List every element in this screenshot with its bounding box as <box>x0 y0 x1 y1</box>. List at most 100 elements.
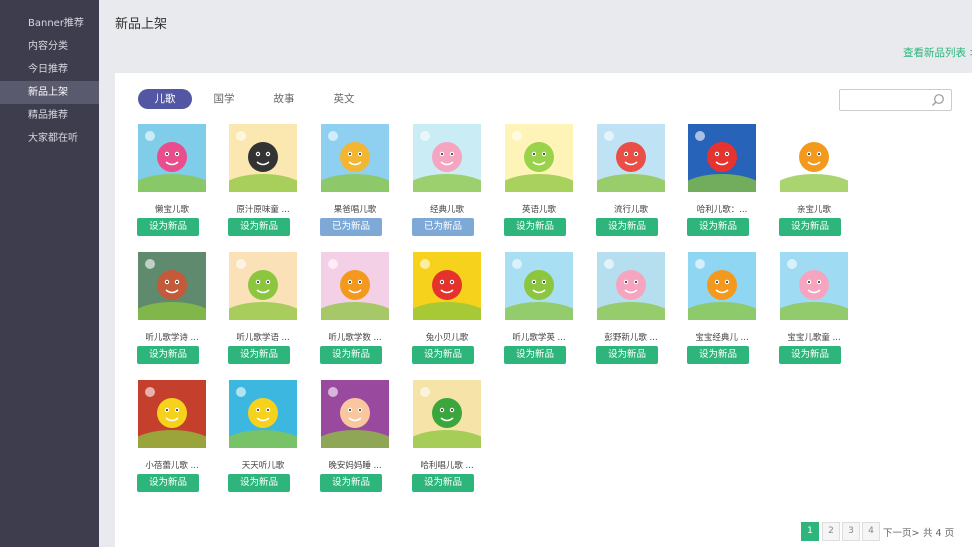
set-as-new-button[interactable]: 设为新品 <box>504 218 566 236</box>
set-as-new-button[interactable]: 设为新品 <box>596 346 658 364</box>
album-cover-image[interactable] <box>780 252 848 320</box>
album-title: 经典儿歌 <box>429 205 464 215</box>
page-title: 新品上架 <box>115 17 168 32</box>
album-title: 宝宝经典儿 ... <box>695 333 749 343</box>
total-pages: 共 4 页 <box>923 528 955 539</box>
tab-stories[interactable]: 故事 <box>272 89 296 109</box>
sidebar-item-popular[interactable]: 大家都在听 <box>0 127 99 150</box>
album-card: 原汁原味童 ... 设为新品 <box>228 124 299 236</box>
set-as-new-button[interactable]: 设为新品 <box>412 346 474 364</box>
album-cover-image[interactable] <box>321 252 389 320</box>
album-title: 哈利唱儿歌 ... <box>420 461 474 471</box>
album-cover-image[interactable] <box>597 124 665 192</box>
album-title: 晚安妈妈睡 ... <box>328 461 382 471</box>
album-title: 果爸唱儿歌 <box>333 205 377 215</box>
sidebar-item-new-arrivals[interactable]: 新品上架 <box>0 81 99 104</box>
album-card: 宝宝儿歌童 ... 设为新品 <box>779 252 850 364</box>
album-title: 英语儿歌 <box>521 205 556 215</box>
set-as-new-button[interactable]: 设为新品 <box>779 218 841 236</box>
set-as-new-button[interactable]: 设为新品 <box>687 218 749 236</box>
album-card: 哈利唱儿歌 ... 设为新品 <box>412 380 483 492</box>
album-card: 小蓓蕾儿歌 ... 设为新品 <box>137 380 208 492</box>
next-page-link[interactable]: 下一页> <box>883 525 919 539</box>
album-title: 原汁原味童 ... <box>236 205 290 215</box>
album-cover-image[interactable] <box>413 252 481 320</box>
album-card: 英语儿歌设为新品 <box>504 124 575 236</box>
album-cover-image[interactable] <box>413 124 481 192</box>
album-title: 听儿歌学英 ... <box>512 333 566 343</box>
set-as-new-button[interactable]: 设为新品 <box>228 474 290 492</box>
already-new-button[interactable]: 已为新品 <box>320 218 382 236</box>
page-3-button[interactable]: 3 <box>842 522 860 541</box>
album-title: 小蓓蕾儿歌 ... <box>145 461 199 471</box>
album-card: 听儿歌学诗 ... 设为新品 <box>137 252 208 364</box>
album-card: 懒宝儿歌设为新品 <box>137 124 208 236</box>
album-card: 亲宝儿歌设为新品 <box>779 124 850 236</box>
set-as-new-button[interactable]: 设为新品 <box>228 346 290 364</box>
album-title: 流行儿歌 <box>613 205 648 215</box>
album-cover-image[interactable] <box>229 124 297 192</box>
album-card: 晚安妈妈睡 ... 设为新品 <box>320 380 391 492</box>
album-title: 听儿歌学数 ... <box>328 333 382 343</box>
album-card: 听儿歌学英 ... 设为新品 <box>504 252 575 364</box>
sidebar-item-banner[interactable]: Banner推荐 <box>0 12 99 35</box>
tab-guoxue[interactable]: 国学 <box>212 89 236 109</box>
album-cover-image[interactable] <box>229 252 297 320</box>
album-cover-image[interactable] <box>138 124 206 192</box>
already-new-button[interactable]: 已为新品 <box>412 218 474 236</box>
album-cover-image[interactable] <box>688 252 756 320</box>
sidebar-menu: Banner推荐 内容分类 今日推荐 新品上架 精品推荐 大家都在听 <box>0 0 99 150</box>
album-cover-image[interactable] <box>505 124 573 192</box>
search-input[interactable] <box>844 91 932 109</box>
sidebar: Banner推荐 内容分类 今日推荐 新品上架 精品推荐 大家都在听 <box>0 0 99 547</box>
album-cover-image[interactable] <box>780 124 848 192</box>
album-cover-image[interactable] <box>138 380 206 448</box>
set-as-new-button[interactable]: 设为新品 <box>412 474 474 492</box>
set-as-new-button[interactable]: 设为新品 <box>596 218 658 236</box>
set-as-new-button[interactable]: 设为新品 <box>137 474 199 492</box>
album-cover-image[interactable] <box>138 252 206 320</box>
sidebar-item-featured[interactable]: 精品推荐 <box>0 104 99 127</box>
page-4-button[interactable]: 4 <box>862 522 880 541</box>
sidebar-item-categories[interactable]: 内容分类 <box>0 35 99 58</box>
album-cover-image[interactable] <box>321 380 389 448</box>
set-as-new-button[interactable]: 设为新品 <box>779 346 841 364</box>
album-title: 彭野新儿歌 ... <box>604 333 658 343</box>
set-as-new-button[interactable]: 设为新品 <box>687 346 749 364</box>
set-as-new-button[interactable]: 设为新品 <box>504 346 566 364</box>
page-1-button[interactable]: 1 <box>801 522 819 541</box>
album-title: 宝宝儿歌童 ... <box>787 333 841 343</box>
album-title: 兔小贝儿歌 <box>425 333 469 343</box>
album-title: 亲宝儿歌 <box>796 205 831 215</box>
album-title: 天天听儿歌 <box>241 461 285 471</box>
tab-children-songs[interactable]: 儿歌 <box>138 89 192 109</box>
search-box <box>839 89 952 111</box>
search-icon[interactable] <box>931 93 945 107</box>
view-new-list-link[interactable]: 查看新品列表 > <box>903 45 972 60</box>
album-card: 听儿歌学数 ... 设为新品 <box>320 252 391 364</box>
album-card: 听儿歌学语 ... 设为新品 <box>228 252 299 364</box>
content-panel: 儿歌 国学 故事 英文 懒宝儿歌 设为新品 原汁原味童 ... 设为新品 果爸唱儿歌 已为… <box>115 73 972 547</box>
album-cover-image[interactable] <box>505 252 573 320</box>
set-as-new-button[interactable]: 设为新品 <box>137 218 199 236</box>
album-cover-image[interactable] <box>688 124 756 192</box>
album-cover-image[interactable] <box>597 252 665 320</box>
album-cover-image[interactable] <box>229 380 297 448</box>
album-title: 懒宝儿歌 <box>154 205 189 215</box>
sidebar-item-today[interactable]: 今日推荐 <box>0 58 99 81</box>
album-title: 听儿歌学语 ... <box>236 333 290 343</box>
set-as-new-button[interactable]: 设为新品 <box>320 346 382 364</box>
album-cover-image[interactable] <box>321 124 389 192</box>
album-title: 哈利儿歌：... <box>696 205 748 215</box>
set-as-new-button[interactable]: 设为新品 <box>228 218 290 236</box>
album-title: 听儿歌学诗 ... <box>145 333 199 343</box>
page-2-button[interactable]: 2 <box>822 522 840 541</box>
tab-english[interactable]: 英文 <box>332 89 356 109</box>
album-card: 流行儿歌设为新品 <box>596 124 667 236</box>
set-as-new-button[interactable]: 设为新品 <box>137 346 199 364</box>
album-cover-image[interactable] <box>413 380 481 448</box>
album-card: 经典儿歌已为新品 <box>412 124 483 236</box>
album-card: 兔小贝儿歌设为新品 <box>412 252 483 364</box>
set-as-new-button[interactable]: 设为新品 <box>320 474 382 492</box>
album-card: 天天听儿歌设为新品 <box>228 380 299 492</box>
